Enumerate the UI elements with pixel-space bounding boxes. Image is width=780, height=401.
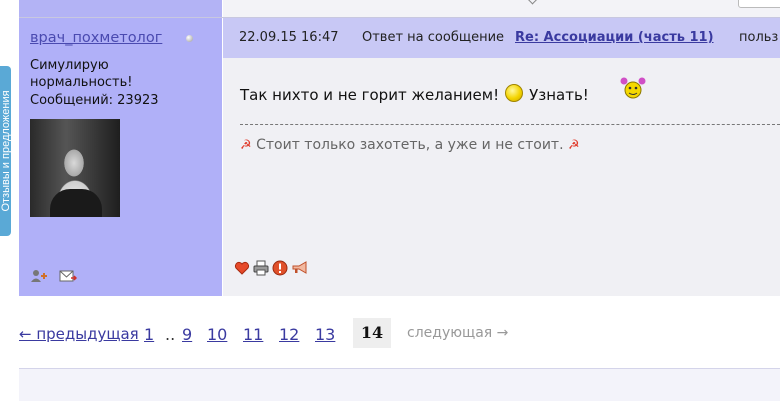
reply-prefix: Ответ на сообщение [362,30,505,45]
forum-post: врач_похметолог Симулирую нормальность! … [19,18,780,296]
mail-icon[interactable] [59,270,77,283]
pagination-page-link[interactable]: 12 [279,325,299,344]
pagination: ← предыдущая 1 .. 9 10 11 12 13 14 следу… [19,318,619,348]
smiley-icon [505,84,524,102]
chevron-down-icon [527,0,538,5]
post-content: 22.09.15 16:47 Ответ на сообщение Re: Ас… [223,18,780,296]
pagination-current-page: 14 [353,318,391,348]
signature-text: Стоит только захотеть, а уже и не стоит. [256,137,564,153]
post-header-tail: польз [739,30,779,45]
footer-bar [19,368,780,401]
print-icon[interactable] [253,260,269,276]
post-text-after: Узнать! [529,86,589,104]
hammer-sickle-icon: ☭ [240,138,252,153]
author-panel: врач_похметолог Симулирую нормальность! … [19,18,222,296]
previous-post-content-col [223,0,780,17]
hammer-sickle-icon: ☭ [567,138,580,153]
girl-smiley-icon [620,77,646,99]
like-icon[interactable] [234,260,250,276]
signature-divider [240,124,780,125]
post-body: Так нихто и не горит желанием! Узнать! [240,84,589,104]
avatar[interactable] [30,119,120,217]
pagination-page-link[interactable]: 13 [315,325,335,344]
feedback-tab-label: Отзывы и предложения [0,90,11,212]
post-header: 22.09.15 16:47 Ответ на сообщение Re: Ас… [223,18,780,58]
post-text: Так нихто и не горит желанием! [240,86,500,104]
post-signature: ☭ Стоит только захотеть, а уже и не стои… [240,137,580,153]
pagination-ellipsis: .. [165,325,176,344]
reply-to-link[interactable]: Re: Ассоциации (часть 11) [515,18,714,58]
previous-post-button[interactable] [738,0,780,8]
add-friend-icon[interactable] [30,269,48,283]
megaphone-icon[interactable] [291,260,311,276]
pagination-page-link[interactable]: 11 [243,325,263,344]
online-status-icon [186,35,193,42]
previous-post-author-col [19,0,222,17]
pagination-page-link[interactable]: 1 [144,325,154,344]
author-name-link[interactable]: врач_похметолог [30,30,162,46]
pagination-page-link[interactable]: 9 [182,325,192,344]
pagination-next-link[interactable]: следующая → [407,325,508,341]
feedback-tab[interactable]: Отзывы и предложения [0,66,11,236]
author-status: Симулирую нормальность! [30,58,133,90]
previous-post-remnant [19,0,780,18]
post-date: 22.09.15 16:47 [239,30,339,45]
author-post-count: Сообщений: 23923 [30,93,159,108]
pagination-prev-link[interactable]: ← предыдущая [19,325,139,343]
pagination-page-link[interactable]: 10 [207,325,227,344]
report-icon[interactable] [272,260,288,276]
